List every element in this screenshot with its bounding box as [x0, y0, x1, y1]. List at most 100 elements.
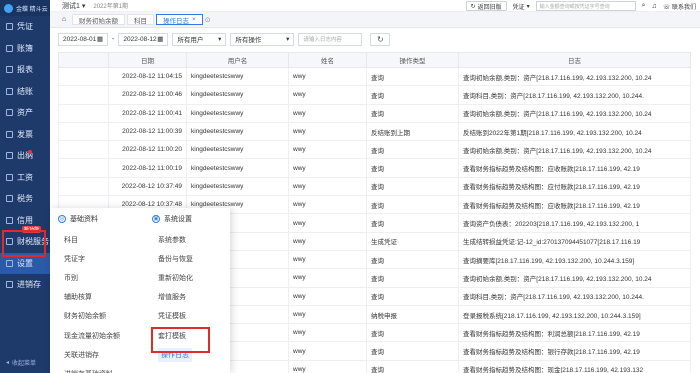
- cell-name: wwy: [288, 158, 367, 178]
- cell-name: wwy: [288, 66, 367, 87]
- sidebar-item-label: 工资: [17, 172, 33, 182]
- sidebar-item-tax[interactable]: 税务: [0, 188, 50, 210]
- refresh-button[interactable]: ↻: [370, 32, 391, 46]
- cell-name: wwy: [288, 249, 367, 270]
- account-selector[interactable]: 测试1 ▾: [62, 1, 85, 11]
- col-name[interactable]: 姓名: [288, 52, 367, 68]
- system-settings-item[interactable]: 凭证模板: [144, 307, 230, 326]
- date-to-field[interactable]: 2022-08-12 ▦: [118, 32, 169, 46]
- cell-log: 查看财务指标趋势及结构图：银行存款[218.17.116.199, 42.19: [458, 341, 691, 361]
- sidebar-item-invoice[interactable]: 发票: [0, 124, 50, 146]
- system-settings-item[interactable]: 系统参数: [144, 230, 230, 249]
- cell-date: 2022-08-12 11:00:41: [108, 103, 187, 123]
- back-to-old-version-button[interactable]: ↻ 返回旧版: [465, 1, 507, 11]
- basic-data-item[interactable]: 辅助核算: [50, 288, 140, 307]
- cell-name: wwy: [288, 304, 367, 325]
- table-row[interactable]: 2022-08-12 11:04:15 kingdeetestcswwy wwy 查询…: [58, 66, 691, 87]
- filter-bar: 2022-08-01 ▦ - 2022-08-12 ▦ 所有用户 ▾ 所有操作 ▾ 请输…: [50, 28, 700, 50]
- basic-data-item[interactable]: 进销存基础资料: [50, 364, 140, 373]
- home-icon[interactable]: ⌂: [58, 14, 70, 25]
- sidebar-item-label: 结账: [17, 86, 33, 96]
- cell-log: 登录报税系统[218.17.116.199, 42.193.132.200, 1…: [458, 304, 691, 325]
- system-settings-item-label: 重新初始化: [158, 274, 193, 282]
- sidebar-item-closing[interactable]: 结账: [0, 81, 50, 103]
- operation-select[interactable]: 所有操作 ▾: [230, 32, 295, 46]
- system-settings-item-label: 系统参数: [158, 236, 186, 244]
- search-icon[interactable]: ⌕: [642, 2, 646, 10]
- cell-log: 查看财务指标趋势及结构图：利润总额[218.17.116.199, 42.19: [458, 323, 691, 343]
- col-op-type[interactable]: 操作类型: [366, 52, 459, 68]
- voucher-search-input[interactable]: 输入金额查询或按凭证字号查询: [535, 1, 636, 11]
- cell-op-type: 反结账到上期: [366, 121, 459, 142]
- basic-data-item-label: 凭证字: [64, 255, 85, 263]
- system-settings-item-label: 备份与恢复: [158, 255, 193, 263]
- cell-log: 查询科目,类别：资产[218.17.116.199, 42.193.132.20…: [458, 286, 691, 306]
- cell-log: 查看财务指标趋势及结构图：应收账款[218.17.116.199, 42.19: [458, 195, 691, 215]
- back-button-label: 返回旧版: [477, 4, 502, 11]
- system-settings-item-label: 增值服务: [158, 294, 186, 302]
- sidebar-item-salary[interactable]: 工资: [0, 167, 50, 189]
- sidebar-item-label: 税务: [17, 194, 33, 204]
- cell-log: 查询科目,类别：资产[218.17.116.199, 42.193.132.20…: [458, 85, 691, 105]
- system-settings-item[interactable]: 备份与恢复: [144, 249, 230, 268]
- notification-dot: [28, 150, 32, 154]
- chevron-down-icon: ▾: [81, 2, 86, 10]
- table-row[interactable]: 2022-08-12 10:37:49 kingdeetestcswwy wwy 查询…: [58, 176, 691, 197]
- system-settings-item[interactable]: 增值服务: [144, 288, 230, 307]
- cell-name: wwy: [288, 176, 367, 197]
- cell-op-type: 查询: [366, 359, 459, 373]
- basic-data-item[interactable]: 现金流量初始余额: [50, 326, 140, 345]
- logo-icon: [4, 3, 13, 13]
- date-separator: -: [112, 35, 115, 43]
- tab-label: 操作日志: [163, 17, 189, 25]
- col-date[interactable]: 日期: [108, 52, 187, 68]
- cell-op-type: 查询: [366, 323, 459, 343]
- contact-us-link[interactable]: ☏ 联系我们: [663, 2, 696, 11]
- sidebar-item-books[interactable]: 账簿: [0, 38, 50, 60]
- system-settings-item[interactable]: 重新初始化: [144, 268, 230, 287]
- sidebar-item-voucher[interactable]: 凭证: [0, 16, 50, 38]
- tab-accounts[interactable]: 科目: [127, 14, 154, 25]
- table-row[interactable]: 2022-08-12 11:00:39 kingdeetestcswwy wwy 反结…: [58, 121, 691, 142]
- close-icon[interactable]: ×: [192, 16, 196, 23]
- collapse-icon: ◂: [6, 360, 10, 366]
- basic-data-item[interactable]: 财务初始余额: [50, 307, 140, 326]
- basic-data-item[interactable]: 科目: [50, 230, 140, 249]
- voucher-select[interactable]: 凭证 ▾: [513, 2, 530, 11]
- log-search-input[interactable]: 请输入日志内容: [298, 32, 363, 46]
- basic-data-item[interactable]: 币别: [50, 268, 140, 287]
- cell-log: 查看财务指标趋势及结构图：现金[218.17.116.199, 42.193.1…: [458, 359, 691, 373]
- voucher-icon: [6, 23, 13, 31]
- basic-data-item-label: 币别: [64, 274, 78, 282]
- cell-op-type: 查询: [366, 103, 459, 123]
- sidebar-item-reports[interactable]: 报表: [0, 59, 50, 81]
- basic-data-header: ◎ 基础资料: [50, 208, 140, 230]
- col-log[interactable]: 日志: [458, 52, 691, 68]
- cell-date: 2022-08-12 11:00:46: [108, 85, 187, 105]
- sidebar-item-label: 进销存: [17, 280, 41, 290]
- basic-data-column: ◎ 基础资料 科目凭证字币别辅助核算财务初始余额现金流量初始余额关联进销存进销存基…: [50, 208, 140, 373]
- cell-log: 查询初始余额,类别：资产[218.17.116.199, 42.193.132.…: [458, 66, 691, 87]
- chevron-down-icon: ▾: [286, 36, 290, 43]
- sidebar-item-cashier[interactable]: 出纳: [0, 145, 50, 167]
- table-row[interactable]: 2022-08-12 11:00:20 kingdeetestcswwy wwy 查询…: [58, 140, 691, 160]
- tab-operation-log[interactable]: 操作日志 ×: [156, 14, 203, 25]
- table-row[interactable]: 2022-08-12 11:00:41 kingdeetestcswwy wwy 查询…: [58, 103, 691, 123]
- bell-icon[interactable]: ♫: [652, 3, 657, 10]
- sidebar-item-inventory[interactable]: 进销存: [0, 274, 50, 296]
- basic-data-item[interactable]: 关联进销存: [50, 345, 140, 364]
- date-from-field[interactable]: 2022-08-01 ▦: [58, 32, 108, 46]
- table-row[interactable]: 2022-08-12 11:00:46 kingdeetestcswwy wwy 查询…: [58, 85, 691, 105]
- more-tabs-icon[interactable]: ⊙: [205, 16, 211, 24]
- col-username[interactable]: 用户名: [186, 52, 289, 68]
- basic-data-item[interactable]: 凭证字: [50, 249, 140, 268]
- cell-op-type: 查询: [366, 176, 459, 197]
- chevron-down-icon: ▾: [526, 3, 530, 10]
- tab-opening-balance[interactable]: 财务初始余额: [72, 14, 125, 25]
- table-row[interactable]: 2022-08-12 11:00:19 kingdeetestcswwy wwy 查询…: [58, 158, 691, 178]
- collapse-menu-button[interactable]: ◂ 收起菜单: [6, 358, 36, 367]
- sidebar-item-assets[interactable]: 资产: [0, 102, 50, 124]
- cell-log: 查询初始余额,类别：资产[218.17.116.199, 42.193.132.…: [458, 103, 691, 123]
- chevron-down-icon: ▾: [218, 36, 222, 43]
- user-select[interactable]: 所有用户 ▾: [172, 32, 227, 46]
